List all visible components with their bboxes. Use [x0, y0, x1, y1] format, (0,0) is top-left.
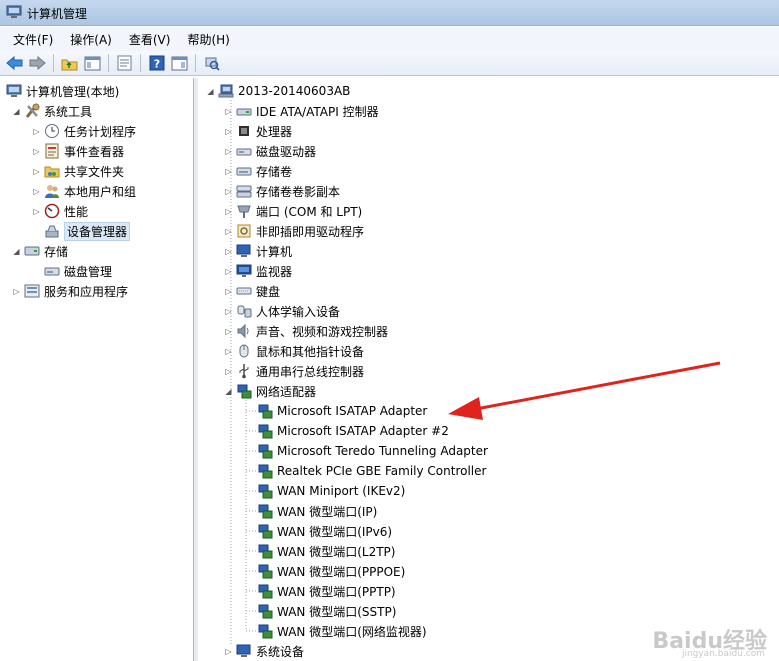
back-arrow-icon[interactable]: [5, 54, 24, 73]
expand-icon[interactable]: ▷: [32, 187, 41, 196]
shared-folder-icon: [44, 166, 60, 178]
tree-node-system-tools[interactable]: ◢ 系统工具: [12, 101, 92, 121]
tree-node-performance[interactable]: ▷ 性能: [32, 201, 88, 221]
navigation-tree: 计算机管理(本地) ◢ 系统工具 ▷ 任务计划程序 ▷ 事件查看器 ▷ 共享文件…: [0, 78, 194, 661]
tree-node-label: 共享文件夹: [64, 164, 125, 179]
device-manager-icon: [45, 225, 59, 238]
window-title: 计算机管理: [27, 7, 88, 21]
expand-icon[interactable]: ▷: [12, 287, 21, 296]
properties-icon[interactable]: [115, 54, 134, 73]
tree-node-storage[interactable]: ◢ 存储: [12, 241, 68, 261]
up-folder-icon[interactable]: [60, 54, 79, 73]
annotation-arrow: [448, 361, 721, 420]
show-hide-tree-icon[interactable]: [83, 54, 102, 73]
tree-node-task-scheduler[interactable]: ▷ 任务计划程序: [32, 121, 136, 141]
tree-node-label: 本地用户和组: [64, 184, 137, 199]
watermark-url: jingyan.baidu.com: [681, 649, 765, 659]
tree-node-label: 事件查看器: [64, 144, 125, 159]
collapse-icon[interactable]: ◢: [12, 247, 21, 256]
event-log-icon: [45, 143, 59, 159]
menu-action[interactable]: 操作(A): [63, 29, 119, 50]
tree-node-label: 设备管理器: [64, 221, 131, 241]
tree-node-label: 性能: [64, 204, 89, 219]
toolbar-separator: [195, 54, 196, 72]
show-action-pane-icon[interactable]: [170, 54, 189, 73]
clock-icon: [45, 124, 59, 138]
svg-text:?: ?: [153, 58, 159, 71]
title-bar: 计算机管理: [0, 0, 779, 26]
toolbar-separator: [140, 54, 141, 72]
tree-node-label: 系统工具: [44, 104, 93, 119]
tree-node-event-viewer[interactable]: ▷ 事件查看器: [32, 141, 124, 161]
tree-node-local-users-groups[interactable]: ▷ 本地用户和组: [32, 181, 136, 201]
device-tree: ◢ 2013-20140603AB ▷ IDE ATA/ATAPI 控制器 ▷ …: [198, 78, 779, 661]
tree-node-label: 服务和应用程序: [44, 284, 129, 299]
tree-node-label: 存储: [44, 244, 69, 259]
computer-management-icon: [6, 84, 22, 97]
menu-bar: 文件(F) 操作(A) 查看(V) 帮助(H): [0, 27, 779, 51]
tree-node-label: 计算机管理(本地): [26, 84, 120, 99]
expand-icon[interactable]: ▷: [32, 207, 41, 216]
tree-node-device-manager[interactable]: 设备管理器: [44, 221, 131, 241]
computer-management-icon: [6, 5, 22, 18]
menu-file[interactable]: 文件(F): [6, 29, 60, 50]
menu-help[interactable]: 帮助(H): [180, 29, 236, 50]
performance-gauge-icon: [44, 203, 60, 219]
tree-node-computer-management[interactable]: 计算机管理(本地): [6, 81, 119, 101]
storage-icon: [24, 246, 40, 256]
tree-node-disk-management[interactable]: 磁盘管理: [44, 261, 112, 281]
expand-icon[interactable]: ▷: [32, 127, 41, 136]
services-icon: [24, 284, 40, 298]
help-icon[interactable]: ?: [147, 54, 166, 73]
disk-management-icon: [44, 267, 60, 276]
forward-arrow-icon[interactable]: [28, 54, 47, 73]
tree-node-services-applications[interactable]: ▷ 服务和应用程序: [12, 281, 128, 301]
collapse-icon[interactable]: ◢: [12, 107, 21, 116]
toolbar-separator: [53, 54, 54, 72]
users-icon: [45, 185, 59, 198]
tools-icon: [25, 103, 40, 118]
toolbar-separator: [108, 54, 109, 72]
menu-view[interactable]: 查看(V): [122, 29, 178, 50]
expand-icon[interactable]: ▷: [32, 167, 41, 176]
toolbar: ?: [0, 51, 779, 76]
scan-hardware-icon[interactable]: [202, 54, 221, 73]
tree-node-label: 磁盘管理: [64, 264, 113, 279]
tree-node-label: 任务计划程序: [64, 124, 137, 139]
tree-node-shared-folders[interactable]: ▷ 共享文件夹: [32, 161, 124, 181]
expand-icon[interactable]: ▷: [32, 147, 41, 156]
